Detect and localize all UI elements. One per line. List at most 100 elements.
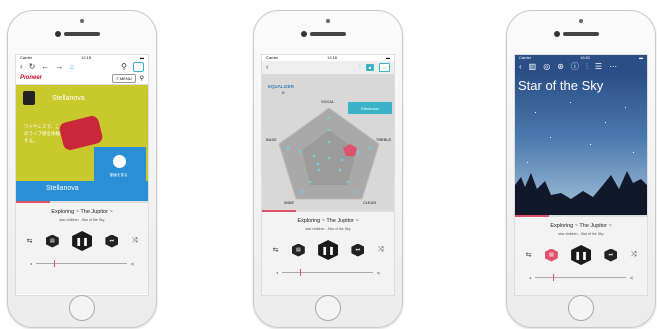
speaker-grille [64,32,100,36]
speaker-grille [310,32,346,36]
record-icon[interactable]: ⊛ [557,62,564,71]
band-treble[interactable]: TREBLE [376,138,391,142]
eq-pentagon[interactable] [262,74,395,210]
browser-screen: Carrier 12:15 ▬ ‹ ↻ ← → ⌂ ⚲ Pioneer ≡ ME… [15,54,149,296]
next-icon[interactable]: ⏭ [105,234,119,248]
progress-fill [16,201,51,203]
repeat-icon[interactable]: ⇆ [27,237,33,245]
volume-low-icon: ◂ [276,270,279,275]
volume-knob[interactable] [553,274,555,281]
carrier-label: Carrier [20,55,33,60]
progress-bar[interactable] [262,210,394,212]
tabs-button[interactable] [133,61,144,72]
video-caption: 動画を見る [110,173,128,177]
home-icon[interactable]: ⌂ [69,62,74,71]
band-clear[interactable]: CLEAR [363,201,376,205]
shuffle-icon[interactable]: ⤨ [132,237,138,245]
band-vocal[interactable]: VOCAL [321,100,334,104]
track-info: Exploring ~ The Jupitor ~ star children … [515,217,647,236]
phone-now-playing: Carrier 16:52 ▬ ‹ ▥ ◎ ⊛ ⓘ ⫶ ☰ ⋯ Star of … [506,10,656,328]
volume-high-icon: ◂) [130,261,134,266]
eq-panel: EQUALIZER B Electronic VOCAL TREBLE CLEA… [262,74,394,210]
settings-icon[interactable]: ⫶ [586,62,588,72]
eq-toggle-off[interactable]: ▫▫ [379,63,390,72]
repeat-icon[interactable]: ⇆ [526,251,532,259]
volume-slider[interactable] [282,269,373,276]
banner-copy: ワイヤレスで、このライブ感を体験する。 [24,124,60,143]
front-sensor [80,19,84,23]
progress-fill [262,210,297,212]
menu-button[interactable]: ≡ MENU [112,73,136,83]
eq-toolbar: ‹ ⫶ ■ ▫▫ [262,61,394,74]
home-button[interactable] [69,295,95,321]
album-title: Star of the Sky [518,78,604,93]
progress-bar[interactable] [515,215,647,217]
hero-banner[interactable]: Stellanova ワイヤレスで、このライブ感を体験する。 動画を見る Ste… [16,85,148,201]
full-icon[interactable]: ▤ [544,248,558,262]
front-sensor [326,19,330,23]
camera [301,31,307,37]
artist-icon[interactable]: ◎ [543,62,550,71]
pause-icon[interactable]: ❚❚ [72,231,93,251]
browser-toolbar: ‹ ↻ ← → ⌂ ⚲ [16,61,148,72]
brand-name-bottom: Stellanova [46,185,79,192]
front-sensor [579,19,583,23]
player-toolbar: ‹ ▥ ◎ ⊛ ⓘ ⫶ ☰ ⋯ [515,61,647,72]
arrow-left-icon[interactable]: ← [41,62,49,71]
home-button[interactable] [315,295,341,321]
refresh-icon[interactable]: ↻ [29,62,36,71]
eq-toggle-on[interactable]: ■ [365,64,375,71]
list-icon[interactable]: ☰ [595,62,602,71]
back-icon[interactable]: ‹ [20,62,23,71]
volume-knob[interactable] [300,269,302,276]
site-header: Pioneer ≡ MENU ⚲ [16,72,148,85]
menu-label: MENU [119,75,132,81]
site-logo[interactable]: Pioneer [20,75,42,81]
battery-icon: ▬ [386,55,390,60]
mini-player: Exploring ~ The Jupitor ~ star children … [16,201,148,294]
back-icon[interactable]: ‹ [266,64,268,71]
more-icon[interactable]: ⋯ [609,62,617,71]
pause-icon[interactable]: ❚❚ [571,245,592,265]
volume-control: ◂ ◂) [262,260,394,276]
full-icon[interactable]: ▤ [291,243,305,257]
band-bass[interactable]: BASS [266,138,277,142]
arrow-right-icon[interactable]: → [55,62,63,71]
playback-controls: ⇆ ▤ ❚❚ ⏭ ⤨ [262,231,394,260]
mini-player: Exploring ~ The Jupitor ~ star children … [262,210,394,295]
playback-controls: ⇆ ▤ ❚❚ ⏭ ⤨ [515,236,647,265]
band-wide[interactable]: WIDE [284,201,294,205]
shuffle-icon[interactable]: ⤨ [631,251,637,259]
progress-bar[interactable] [16,201,148,203]
pause-icon[interactable]: ❚❚ [318,240,339,260]
track-info: Exploring ~ The Jupitor ~ star children … [16,203,148,222]
playback-controls: ⇆ ▤ ❚❚ ⏭ ⤨ [16,222,148,251]
volume-slider[interactable] [535,274,626,281]
volume-knob[interactable] [54,260,56,267]
volume-low-icon: ◂ [529,275,532,280]
volume-slider[interactable] [36,260,127,267]
library-icon[interactable]: ▥ [529,62,537,71]
site-search-icon[interactable]: ⚲ [140,75,144,82]
progress-fill [515,215,550,217]
brand-name: Stellanova [52,95,85,102]
shuffle-icon[interactable]: ⤨ [378,246,384,254]
full-icon[interactable]: ▤ [45,234,59,248]
back-icon[interactable]: ‹ [519,62,522,71]
home-button[interactable] [568,295,594,321]
track-title: Exploring ~ The Jupitor ~ [51,209,113,215]
battery-icon: ▬ [140,55,144,60]
volume-control: ◂ ◂) [515,265,647,281]
clock: 16:52 [580,55,591,60]
play-video-icon[interactable] [113,155,126,168]
next-icon[interactable]: ⏭ [604,248,618,262]
settings-icon[interactable]: ⫶ [359,64,361,72]
next-icon[interactable]: ⏭ [351,243,365,257]
camera [554,31,560,37]
search-icon[interactable]: ⚲ [121,62,127,71]
repeat-icon[interactable]: ⇆ [273,246,279,254]
info-icon[interactable]: ⓘ [571,61,579,72]
track-info: Exploring ~ The Jupitor ~ star children … [262,212,394,231]
volume-high-icon: ◂) [629,275,633,280]
album-art: Star of the Sky [515,72,647,215]
